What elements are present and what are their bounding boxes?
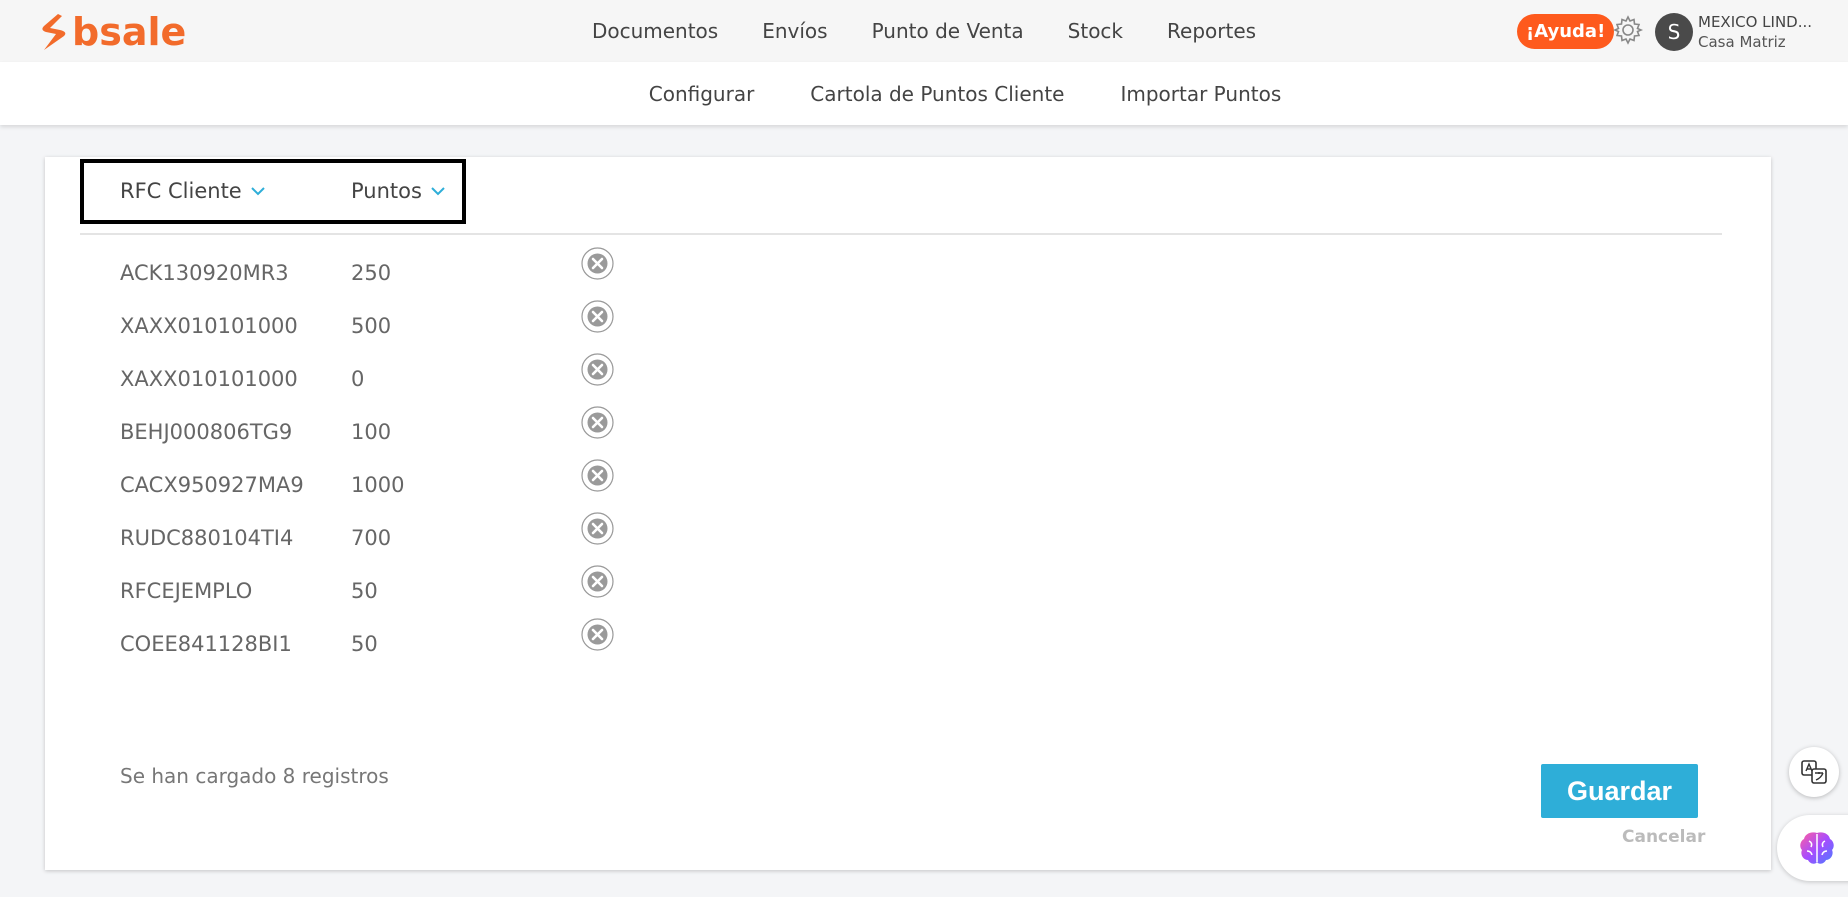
table-row: RFCEJEMPLO 50 <box>45 565 1771 618</box>
points-cell: 250 <box>351 261 392 285</box>
bsale-wordmark: bsale <box>72 10 187 54</box>
subnav-importar-puntos[interactable]: Importar Puntos <box>1120 82 1281 106</box>
delete-row-icon[interactable] <box>581 353 614 386</box>
column-header-rfc-label: RFC Cliente <box>120 179 242 203</box>
rfc-cell: RUDC880104TI4 <box>120 526 294 550</box>
rfc-cell: COEE841128BI1 <box>120 632 292 656</box>
top-navbar: bsale Documentos Envíos Punto de Venta S… <box>0 0 1848 65</box>
points-cell: 50 <box>351 579 378 603</box>
delete-row-icon[interactable] <box>581 618 614 651</box>
points-cell: 700 <box>351 526 392 550</box>
column-header-puntos[interactable]: Puntos <box>351 179 446 203</box>
table-row: ACK130920MR3 250 <box>45 247 1771 300</box>
status-text: Se han cargado 8 registros <box>120 764 389 788</box>
account-info[interactable]: MEXICO LIND... Casa Matriz <box>1698 12 1812 52</box>
points-cell: 100 <box>351 420 392 444</box>
points-cell: 1000 <box>351 473 405 497</box>
account-name: MEXICO LIND... <box>1698 13 1813 31</box>
points-cell: 50 <box>351 632 378 656</box>
rfc-cell: ACK130920MR3 <box>120 261 289 285</box>
table-row: XAXX010101000 0 <box>45 353 1771 406</box>
rfc-cell: XAXX010101000 <box>120 314 298 338</box>
delete-row-icon[interactable] <box>581 512 614 545</box>
account-branch: Casa Matriz <box>1698 33 1786 51</box>
bsale-logo-icon <box>42 14 66 50</box>
main-nav: Documentos Envíos Punto de Venta Stock R… <box>340 0 1508 65</box>
header-divider <box>80 233 1722 235</box>
table-row: COEE841128BI1 50 <box>45 618 1771 671</box>
save-button[interactable]: Guardar <box>1541 764 1698 818</box>
points-cell: 0 <box>351 367 365 391</box>
cancel-link[interactable]: Cancelar <box>1622 827 1705 847</box>
delete-row-icon[interactable] <box>581 459 614 492</box>
chevron-down-icon <box>251 187 265 196</box>
column-header-rfc[interactable]: RFC Cliente <box>120 179 266 203</box>
help-button[interactable]: ¡Ayuda! <box>1517 14 1615 49</box>
rfc-cell: BEHJ000806TG9 <box>120 420 293 444</box>
column-header-puntos-label: Puntos <box>351 179 422 203</box>
bsale-logo[interactable]: bsale <box>38 12 186 52</box>
subnav-configurar[interactable]: Configurar <box>649 82 755 106</box>
table-row: XAXX010101000 500 <box>45 300 1771 353</box>
nav-documentos[interactable]: Documentos <box>592 19 718 43</box>
ai-assistant-widget[interactable] <box>1777 815 1848 881</box>
translate-icon <box>1801 760 1827 784</box>
delete-row-icon[interactable] <box>581 565 614 598</box>
delete-row-icon[interactable] <box>581 247 614 280</box>
rfc-cell: RFCEJEMPLO <box>120 579 253 603</box>
rfc-cell: XAXX010101000 <box>120 367 298 391</box>
nav-reportes[interactable]: Reportes <box>1167 19 1256 43</box>
table-row: BEHJ000806TG9 100 <box>45 406 1771 459</box>
nav-envios[interactable]: Envíos <box>762 19 827 43</box>
chevron-down-icon <box>431 187 445 196</box>
avatar[interactable]: S <box>1655 13 1693 51</box>
nav-punto-de-venta[interactable]: Punto de Venta <box>872 19 1024 43</box>
nav-stock[interactable]: Stock <box>1068 19 1123 43</box>
delete-row-icon[interactable] <box>581 300 614 333</box>
import-points-card: RFC Cliente Puntos ACK130920MR3 250 XAXX01… <box>45 157 1771 870</box>
translate-widget[interactable] <box>1789 747 1839 797</box>
gear-icon[interactable] <box>1612 14 1644 46</box>
table-row: CACX950927MA9 1000 <box>45 459 1771 512</box>
table-row: RUDC880104TI4 700 <box>45 512 1771 565</box>
brain-icon <box>1800 832 1834 864</box>
delete-row-icon[interactable] <box>581 406 614 439</box>
rfc-cell: CACX950927MA9 <box>120 473 304 497</box>
sub-nav: Configurar Cartola de Puntos Cliente Imp… <box>0 62 1848 125</box>
points-cell: 500 <box>351 314 392 338</box>
subnav-cartola-puntos[interactable]: Cartola de Puntos Cliente <box>810 82 1064 106</box>
